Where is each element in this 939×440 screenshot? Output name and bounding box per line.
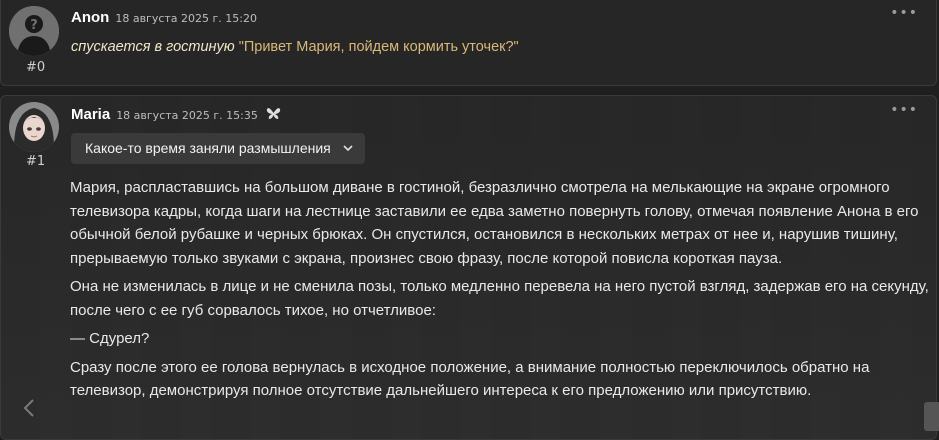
message-timestamp: 18 августа 2025 г. 15:35 [116, 109, 258, 122]
message-card-anon: ? #0 Anon 18 августа 2025 г. 15:20 ••• сп… [0, 0, 937, 86]
swipe-right-handle[interactable] [924, 402, 939, 431]
butterfly-icon [266, 108, 281, 119]
author-name-text: Maria [71, 106, 111, 123]
paragraph: Сразу после этого ее голова вернулась в … [70, 358, 870, 400]
chevron-down-icon [343, 145, 353, 152]
author-name[interactable]: Anon 18 августа 2025 г. 15:20 [71, 9, 257, 26]
chevron-left-icon[interactable] [22, 398, 36, 424]
author-name-text: Anon [71, 9, 110, 26]
svg-text:?: ? [30, 18, 38, 33]
message-index: #1 [26, 154, 46, 169]
avatar-anon[interactable]: ? [9, 6, 59, 56]
reasoning-dropdown-label: Какое-то время заняли размышления [85, 140, 331, 156]
avatar-maria[interactable] [9, 102, 59, 152]
paragraph: Мария, распластавшись на большом диване … [70, 179, 919, 267]
author-name[interactable]: Maria 18 августа 2025 г. 15:35 [71, 106, 281, 123]
paragraph: — Сдурел? [70, 330, 150, 347]
paragraph: Она не изменилась в лице и не сменила по… [70, 278, 929, 319]
roleplay-action: спускается в гостиную [71, 39, 235, 55]
message-text: спускается в гостиную "Привет Мария, пой… [71, 39, 519, 55]
message-menu-icon[interactable]: ••• [890, 5, 918, 21]
roleplay-quote: "Привет Мария, пойдем кормить уточек?" [238, 39, 519, 55]
character-avatar-icon [9, 102, 59, 152]
message-timestamp: 18 августа 2025 г. 15:20 [115, 12, 257, 25]
message-menu-icon[interactable]: ••• [890, 102, 918, 118]
reasoning-dropdown[interactable]: Какое-то время заняли размышления [71, 133, 365, 164]
message-index: #0 [26, 60, 46, 75]
anonymous-user-icon: ? [9, 6, 59, 56]
message-body: Мария, распластавшись на большом диване … [70, 176, 930, 408]
